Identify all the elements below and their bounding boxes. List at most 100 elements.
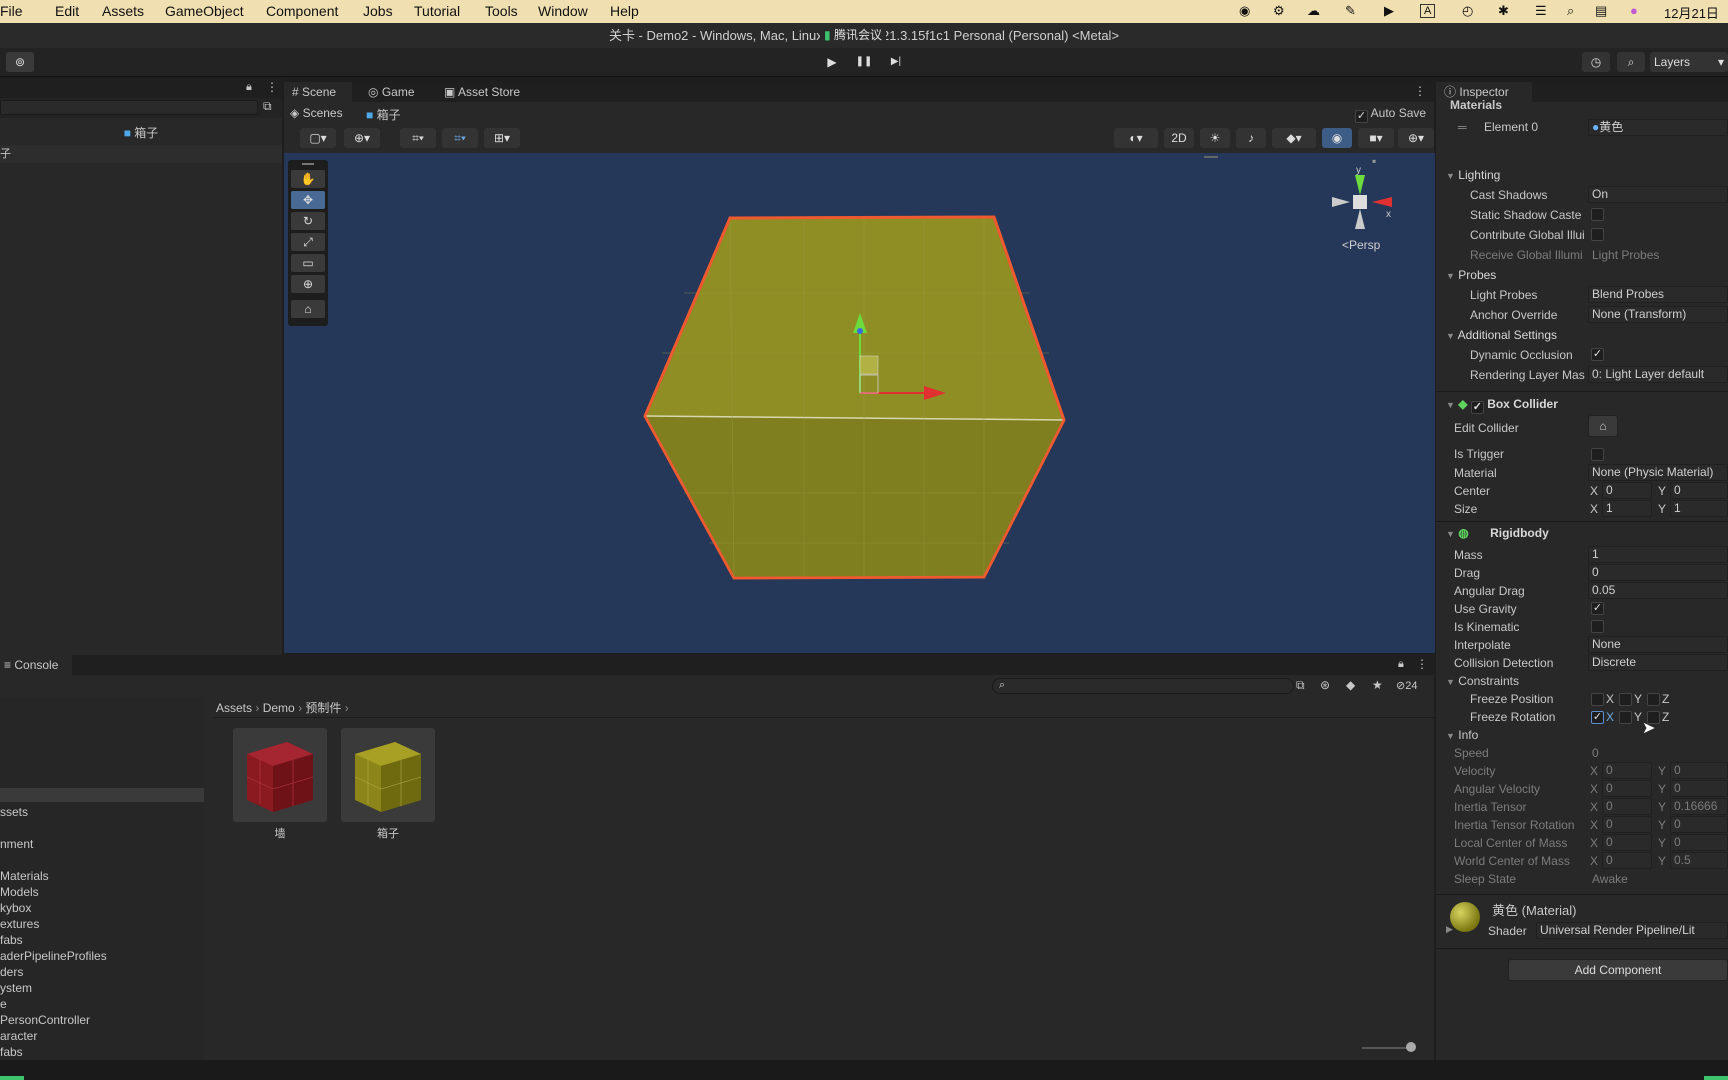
drag-field[interactable]: 0 (1588, 564, 1728, 581)
grid-snap-dropdown[interactable]: ⌗▾ (442, 128, 478, 148)
menu-file[interactable]: File (0, 3, 23, 19)
project-search-input[interactable]: ⌕ (992, 678, 1294, 694)
rotate-tool-icon[interactable]: ↻ (291, 212, 325, 230)
material-preview-sphere[interactable] (1450, 902, 1480, 932)
angular-drag-field[interactable]: 0.05 (1588, 582, 1728, 599)
cast-shadows-dropdown[interactable]: On (1588, 186, 1728, 203)
gizmo-left-cone-icon[interactable] (1332, 197, 1350, 207)
menu-assets[interactable]: Assets (102, 3, 144, 19)
account-icon[interactable]: ⊚ (6, 52, 34, 72)
use-gravity-checkbox[interactable]: ✓ (1591, 602, 1604, 615)
hierarchy-search[interactable]: ⧉ (0, 98, 282, 118)
tree-item[interactable]: PersonController (0, 1013, 90, 1027)
static-shadow-checkbox[interactable] (1591, 208, 1604, 221)
search-toggle-icon[interactable]: ⧉ (263, 99, 272, 114)
tree-item[interactable]: nment (0, 837, 33, 851)
menu-window[interactable]: Window (538, 3, 588, 19)
label-icon[interactable]: ◆ (1346, 678, 1355, 692)
clock-icon[interactable]: ◴ (1462, 3, 1473, 19)
gizmos-dropdown[interactable]: ⊕▾ (1398, 128, 1434, 148)
prefab-header[interactable]: ■ 箱子 (0, 123, 282, 143)
asset-wall-thumbnail[interactable] (233, 728, 327, 822)
orientation-gizmo[interactable]: y x <Persp (1332, 165, 1394, 252)
tree-item[interactable]: ssets (0, 805, 28, 819)
info-header[interactable]: ▼ Info (1446, 728, 1478, 742)
custom-tool-icon[interactable]: ⌂ (291, 300, 325, 318)
freeze-position-y-checkbox[interactable] (1619, 693, 1632, 706)
collision-detection-dropdown[interactable]: Discrete (1588, 654, 1728, 671)
freeze-rotation-x-checkbox[interactable]: ✓ (1591, 711, 1604, 724)
filter-type-icon[interactable]: ⊛ (1320, 678, 1330, 692)
menu-gameobject[interactable]: GameObject (165, 3, 244, 19)
freeze-position-x-checkbox[interactable] (1591, 693, 1604, 706)
box-collider-header[interactable]: ▼ ◆ ✓ Box Collider (1446, 397, 1558, 414)
contribute-gi-checkbox[interactable] (1591, 228, 1604, 241)
wechat-icon[interactable]: ☁ (1307, 3, 1320, 19)
gizmo-x-cone-icon[interactable] (1372, 197, 1392, 207)
rendering-layer-dropdown[interactable]: 0: Light Layer default (1588, 366, 1728, 383)
tab-console[interactable]: ≡ Console (0, 655, 72, 675)
freeze-rotation-y-checkbox[interactable] (1619, 711, 1632, 724)
gizmo-y-cone-icon[interactable] (1355, 175, 1365, 195)
gizmo-center-cube[interactable] (1353, 195, 1367, 209)
global-view-dropdown[interactable]: ⊕▾ (344, 128, 380, 148)
hand-tool-icon[interactable]: ✋ (291, 170, 325, 188)
scene-canvas[interactable] (284, 153, 1435, 653)
breadcrumb-prefabs[interactable]: 预制件 (305, 701, 341, 715)
menu-tutorial[interactable]: Tutorial (414, 3, 460, 19)
hierarchy-search-input[interactable] (0, 100, 258, 115)
box-collider-enabled-checkbox[interactable]: ✓ (1470, 401, 1484, 414)
light-probes-dropdown[interactable]: Blend Probes (1588, 286, 1728, 303)
hierarchy-item[interactable]: 子 (0, 145, 282, 163)
tree-item[interactable]: ders (0, 965, 23, 979)
tree-item[interactable]: fabs (0, 933, 23, 947)
freeze-position-z-checkbox[interactable] (1647, 693, 1660, 706)
drag-handle-icon[interactable]: ═ (1458, 120, 1467, 134)
search-filter-icon[interactable]: ⧉ (1296, 678, 1305, 693)
media-icon[interactable]: ▶ (1384, 3, 1394, 19)
autosave-checkbox[interactable]: ✓ (1355, 110, 1368, 123)
pivot-dropdown[interactable]: ⌗▾ (400, 128, 436, 148)
menu-dots-icon[interactable]: ⋮ (1416, 657, 1428, 671)
wifi-icon[interactable]: ☰ (1535, 3, 1547, 19)
edit-collider-button[interactable]: ⌂ (1588, 415, 1618, 437)
gizmo-down-cone-icon[interactable] (1355, 209, 1365, 229)
hidden-count[interactable]: ⊘24 (1396, 679, 1417, 692)
foldout-icon[interactable]: ▶ (1446, 924, 1453, 935)
transform-tool-icon[interactable]: ⊕ (291, 275, 325, 293)
tree-item[interactable]: ystem (0, 981, 32, 995)
input-method-icon[interactable]: A (1420, 4, 1436, 18)
menu-component[interactable]: Component (266, 3, 338, 19)
lighting-header[interactable]: ▼ Lighting (1446, 168, 1500, 182)
shader-dropdown[interactable]: Universal Render Pipeline/Lit (1536, 922, 1728, 939)
meeting-indicator[interactable]: ▮ 腾讯会议 (820, 26, 886, 44)
menu-dots-icon[interactable]: ⋮ (1414, 84, 1426, 98)
shading-dropdown[interactable]: ◐▾ (1114, 128, 1158, 148)
breadcrumb-demo[interactable]: Demo (263, 701, 295, 715)
asset-box-thumbnail[interactable] (341, 728, 435, 822)
asset-wall-label[interactable]: 墙 (233, 825, 327, 841)
draw-mode-dropdown[interactable]: ▢▾ (300, 128, 336, 148)
effects-dropdown[interactable]: ◆▾ (1272, 128, 1316, 148)
step-button[interactable]: ▶| (884, 52, 908, 72)
tree-item[interactable]: extures (0, 917, 39, 931)
pen-icon[interactable]: ✎ (1345, 3, 1356, 19)
is-kinematic-checkbox[interactable] (1591, 620, 1604, 633)
tree-item[interactable]: kybox (0, 901, 31, 915)
tree-item[interactable]: fabs (0, 1045, 23, 1059)
autosave-toggle[interactable]: ✓ Auto Save (1355, 106, 1426, 123)
tree-item[interactable]: Materials (0, 869, 49, 883)
record-status-icon[interactable]: ◉ (1239, 3, 1250, 19)
size-y-field[interactable]: 1 (1670, 500, 1728, 517)
favorite-icon[interactable]: ★ (1372, 678, 1383, 692)
move-tool-icon[interactable]: ✥ (291, 191, 325, 209)
menu-jobs[interactable]: Jobs (363, 3, 393, 19)
orientation-gizmo-svg[interactable]: y x (1332, 165, 1394, 235)
probes-header[interactable]: ▼ Probes (1446, 268, 1496, 282)
scenes-breadcrumb[interactable]: ◈ Scenes (290, 106, 343, 120)
overlay-drag-handle[interactable] (1204, 156, 1218, 158)
unity-status-icon[interactable]: ⚙ (1273, 3, 1285, 19)
siri-icon[interactable]: ● (1630, 3, 1638, 18)
prefab-breadcrumb[interactable]: ■ 箱子 (366, 106, 401, 123)
tree-item[interactable]: e (0, 997, 7, 1011)
